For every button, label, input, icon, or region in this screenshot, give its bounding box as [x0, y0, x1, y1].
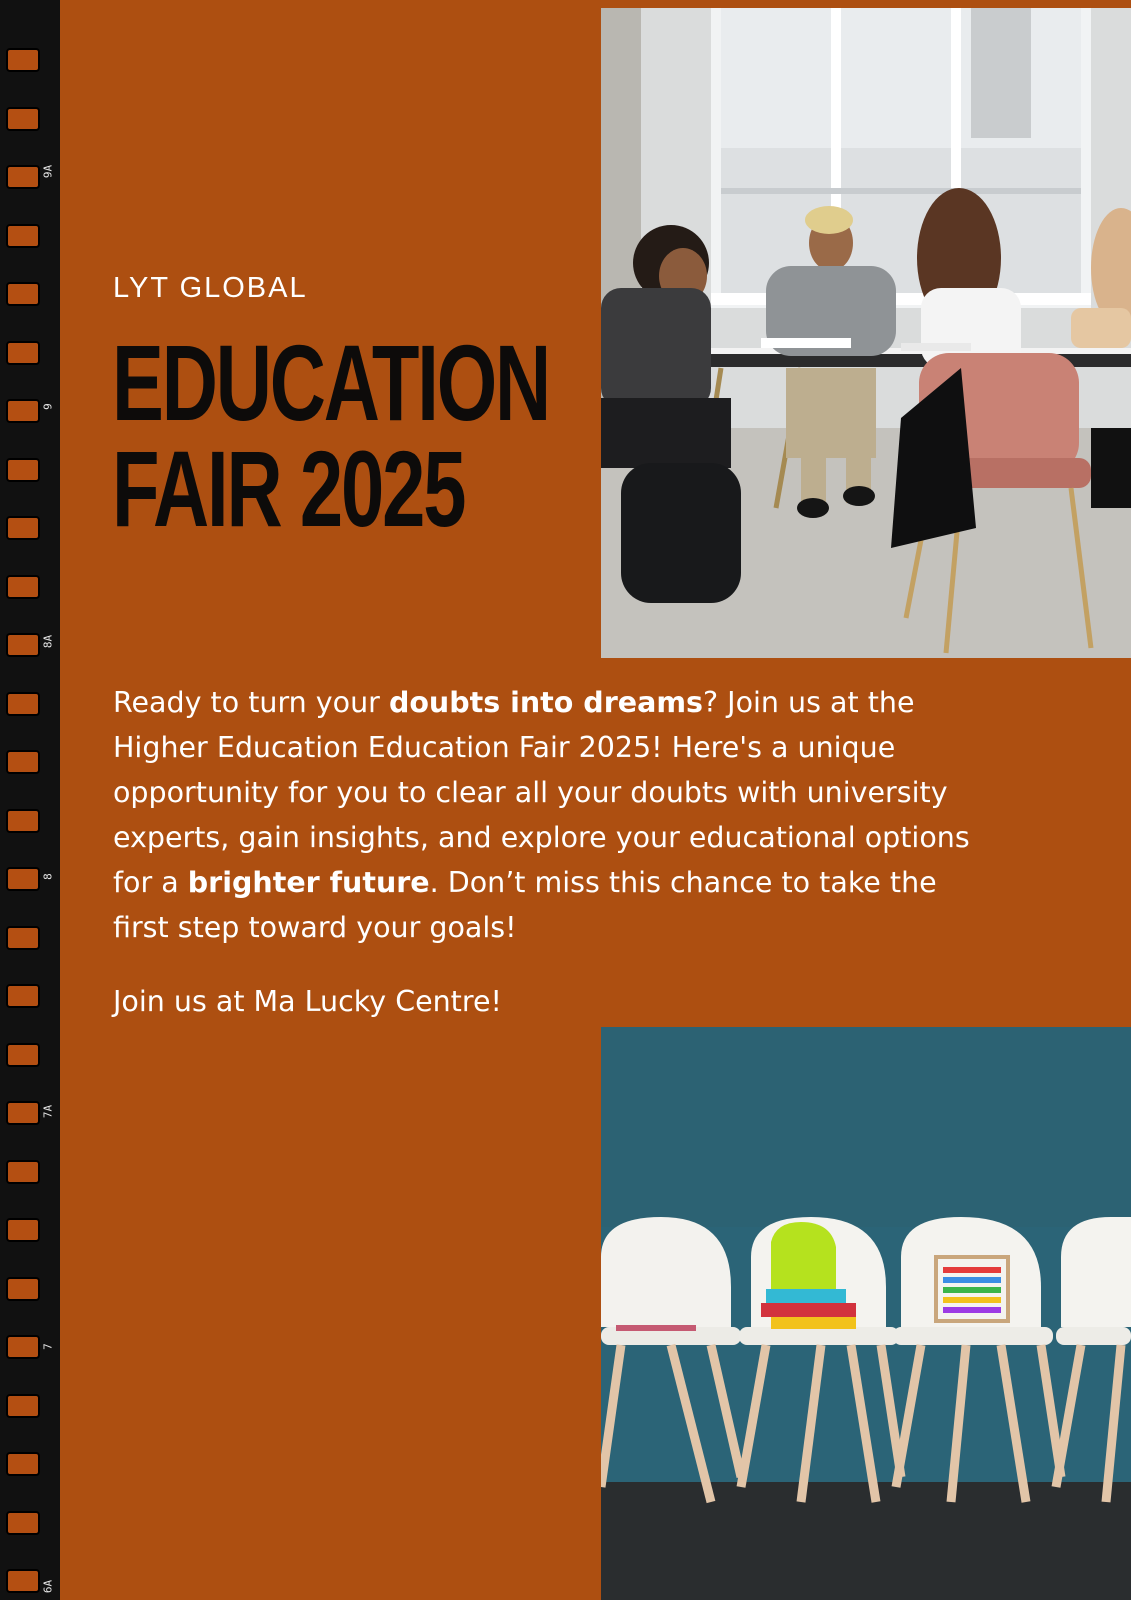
film-frame-marking: 8A	[41, 634, 55, 649]
film-frame-marking: 7	[41, 1343, 55, 1350]
film-sprocket-hole	[6, 106, 40, 131]
film-sprocket-hole	[6, 1393, 40, 1418]
film-frame-marking: 7A	[41, 1104, 55, 1119]
description-emphasis-future: brighter future	[187, 866, 430, 899]
film-sprocket-hole	[6, 1569, 40, 1593]
title-line-1: EDUCATION	[112, 322, 551, 443]
film-frame-marking: 8	[41, 873, 55, 880]
film-sprocket-hole	[6, 691, 40, 716]
event-title: EDUCATION FAIR 2025	[112, 322, 580, 549]
film-sprocket-hole	[6, 282, 40, 306]
brand-name: LYT GLOBAL	[113, 272, 308, 304]
film-sprocket-hole	[6, 1218, 40, 1242]
event-description: Ready to turn your doubts into dreams? J…	[113, 680, 993, 950]
film-sprocket-hole	[6, 1452, 40, 1476]
film-sprocket-hole	[6, 457, 40, 482]
film-strip-decoration: 9A 9 8A 8 7A 7 6A	[0, 0, 60, 1600]
film-sprocket-hole	[6, 808, 40, 833]
film-sprocket-hole	[6, 340, 40, 365]
film-frame-marking: 9A	[41, 164, 55, 179]
venue-callout: Join us at Ma Lucky Centre!	[113, 985, 502, 1018]
film-sprocket-hole	[6, 399, 40, 423]
film-sprocket-hole	[6, 633, 40, 657]
film-sprocket-hole	[6, 1510, 40, 1535]
description-emphasis-dreams: doubts into dreams	[388, 686, 703, 719]
film-sprocket-hole	[6, 925, 40, 950]
students-at-table-illustration	[601, 8, 1131, 658]
film-sprocket-hole	[6, 223, 40, 248]
poster-page: 9A 9 8A 8 7A 7 6A LYT GLOBAL EDUCATION F…	[0, 0, 1131, 1600]
film-sprocket-hole	[6, 1276, 40, 1301]
film-sprocket-hole	[6, 165, 40, 189]
chairs-row-illustration	[601, 1027, 1131, 1600]
film-sprocket-hole	[6, 516, 40, 540]
film-sprocket-hole	[6, 750, 40, 774]
chairs-row-photo	[601, 1027, 1131, 1600]
film-sprocket-hole	[6, 984, 40, 1008]
film-frame-marking: 9	[41, 403, 55, 410]
film-sprocket-hole	[6, 1159, 40, 1184]
title-line-2: FAIR 2025	[112, 428, 466, 549]
film-sprocket-hole	[6, 867, 40, 891]
film-frame-marking: 6A	[41, 1579, 55, 1594]
description-part: Ready to turn your	[113, 686, 389, 719]
students-at-table-photo	[601, 8, 1131, 658]
film-sprocket-hole	[6, 1042, 40, 1067]
film-sprocket-hole	[6, 1101, 40, 1125]
film-sprocket-hole	[6, 1335, 40, 1359]
film-sprocket-hole	[6, 48, 40, 72]
film-sprocket-hole	[6, 574, 40, 599]
